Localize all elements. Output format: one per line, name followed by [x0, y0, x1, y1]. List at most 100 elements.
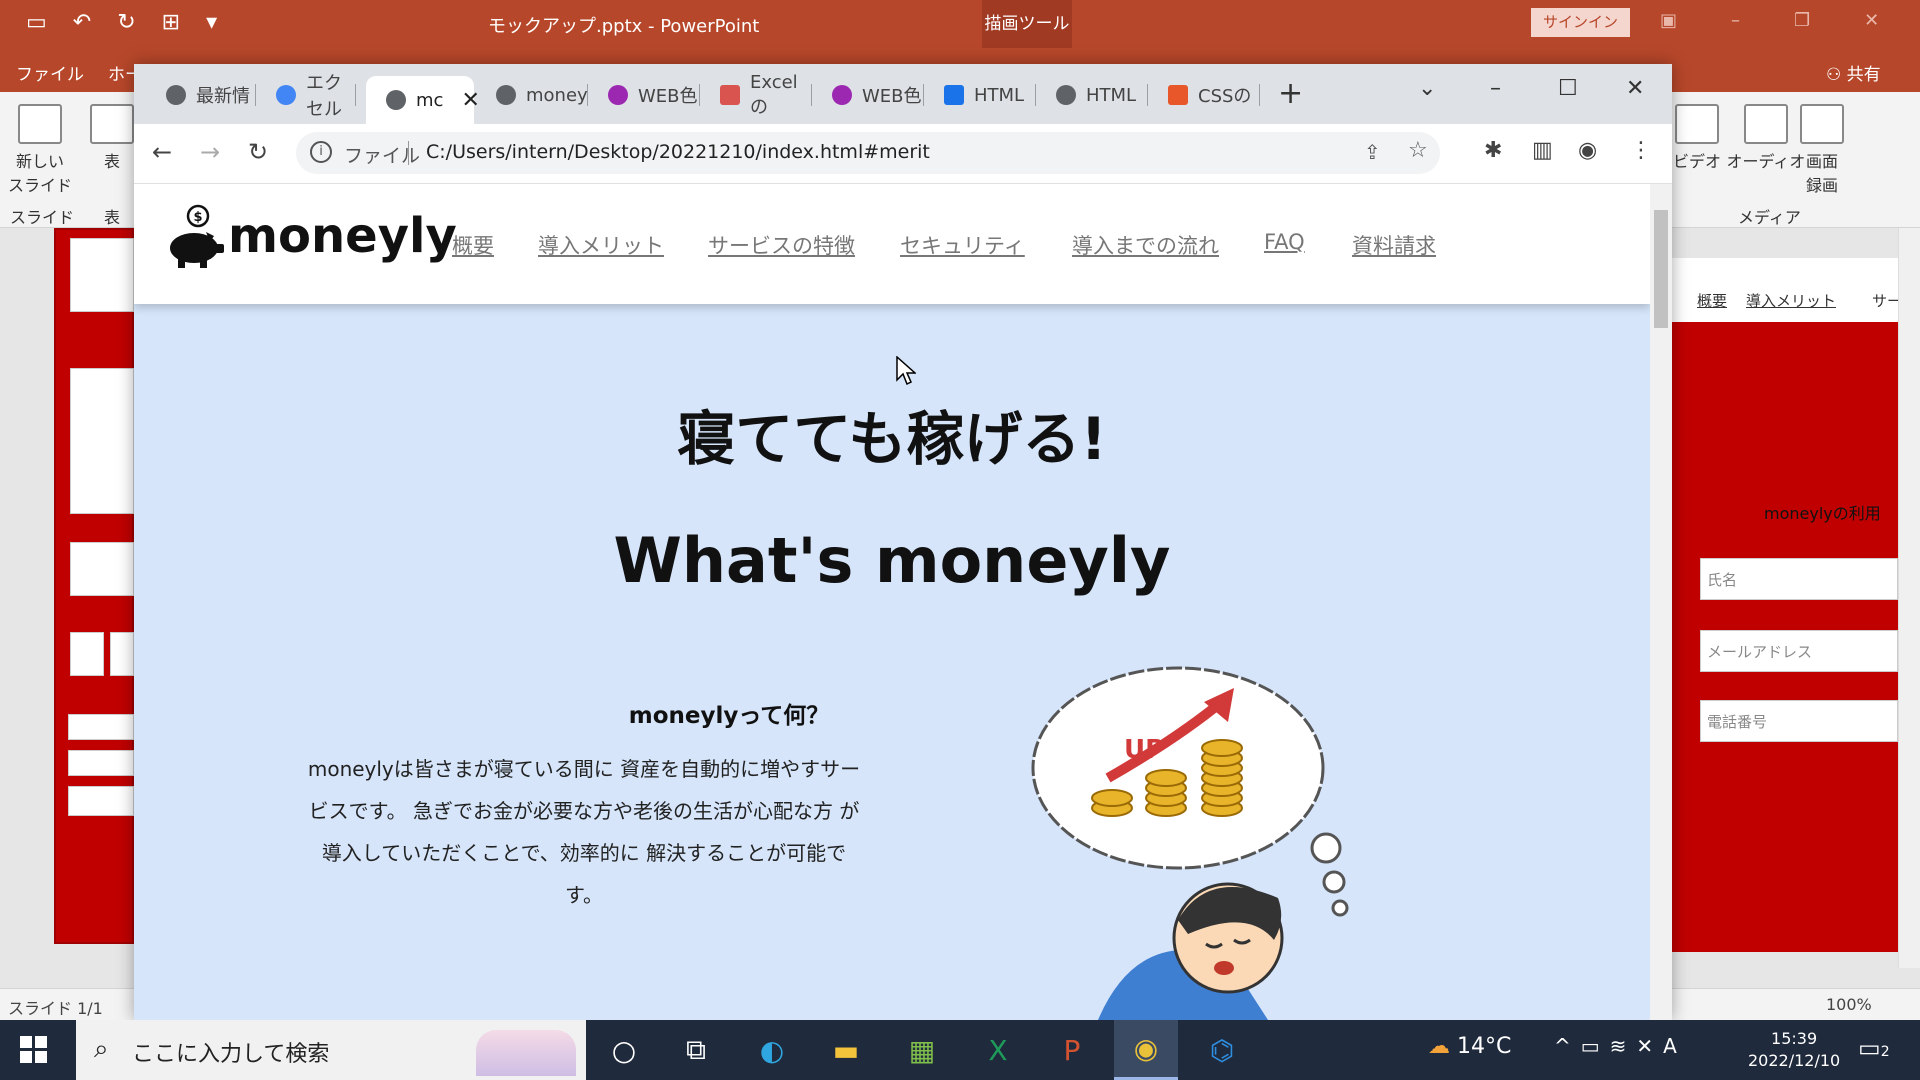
chrome-icon[interactable]: ◉ — [1114, 1020, 1178, 1080]
table-label: 表 — [103, 152, 120, 171]
palette-icon — [608, 85, 628, 105]
address-url[interactable]: C:/Users/intern/Desktop/20221210/index.h… — [426, 141, 930, 163]
pp-vertical-scrollbar[interactable] — [1898, 228, 1920, 968]
forward-icon[interactable]: → — [200, 138, 220, 166]
nav-link-merit[interactable]: 導入メリット — [538, 230, 664, 260]
document-title: モックアップ.pptx - PowerPoint — [488, 16, 760, 37]
video-label: ビデオ — [1672, 152, 1721, 171]
chrome-window: 最新情 エクセル mc ✕ money WEB色 Excelの WEB色 HTML… — [134, 64, 1672, 1020]
svg-text:$: $ — [193, 210, 202, 225]
cortana-icon[interactable]: ○ — [592, 1020, 656, 1080]
audio-button[interactable]: オーディオ — [1726, 104, 1806, 172]
mouse-cursor-icon — [896, 356, 916, 386]
browser-tab[interactable]: money — [476, 74, 588, 116]
new-slide-button[interactable]: 新しい スライド — [8, 104, 72, 196]
thumb-block — [70, 238, 134, 312]
customize-qat-icon[interactable]: ▾ — [206, 10, 217, 35]
new-tab-icon[interactable]: + — [1278, 76, 1303, 111]
screen-record-button[interactable]: 画面 録画 — [1800, 104, 1844, 196]
tab-search-chevron-icon[interactable]: ⌄ — [1418, 76, 1436, 101]
mock-name-field: 氏名 — [1700, 558, 1898, 600]
save-icon[interactable]: ▭ — [26, 10, 47, 35]
browser-tab[interactable]: CSSの — [1148, 74, 1260, 116]
table-button[interactable]: 表 — [88, 104, 136, 172]
taskbar-clock[interactable]: 15:39 2022/12/10 — [1748, 1028, 1840, 1072]
close-window-icon[interactable]: ✕ — [1626, 76, 1644, 101]
clock-date: 2022/12/10 — [1748, 1051, 1841, 1070]
present-icon[interactable]: ⊞ — [162, 10, 180, 35]
group-slides-label: スライド — [10, 208, 75, 227]
pp-close-icon[interactable]: ✕ — [1864, 10, 1879, 31]
address-bar[interactable]: i ファイル C:/Users/intern/Desktop/20221210/… — [296, 132, 1440, 174]
piggy-bank-logo-icon: $ — [170, 204, 224, 268]
share-button[interactable]: ⚇ 共有 — [1826, 60, 1881, 85]
minimize-icon[interactable]: – — [1490, 76, 1501, 101]
thumb-block — [70, 632, 104, 676]
menu-kebab-icon[interactable]: ⋮ — [1630, 138, 1652, 163]
slide-canvas-right: 概要 導入メリット サー moneylyの利用 氏名 メールアドレス 電話番号 — [1672, 228, 1920, 988]
share-icon[interactable]: ⇪ — [1364, 140, 1381, 164]
slide-thumbnail[interactable] — [54, 228, 134, 944]
mock-nav-overview: 概要 — [1697, 292, 1728, 310]
browser-tab[interactable]: HTML — [924, 74, 1036, 116]
back-icon[interactable]: ← — [152, 138, 172, 166]
nav-link-flow[interactable]: 導入までの流れ — [1072, 230, 1219, 260]
notification-center[interactable]: ▭2 — [1858, 1034, 1890, 1062]
page-scrollbar-thumb[interactable] — [1654, 210, 1668, 328]
share-label: 共有 — [1846, 65, 1881, 85]
pp-minimize-icon[interactable]: – — [1731, 10, 1740, 31]
hero-subtitle: What's moneyly — [613, 524, 1171, 597]
nav-link-features[interactable]: サービスの特徴 — [708, 230, 855, 260]
drawing-tools-tab[interactable]: 描画ツール — [982, 0, 1072, 48]
browser-tab[interactable]: 最新情 — [146, 74, 256, 116]
page-scrollbar[interactable] — [1650, 184, 1672, 1020]
browser-tab[interactable]: WEB色 — [588, 74, 700, 116]
pp-restore-icon[interactable]: ❐ — [1794, 10, 1810, 31]
store-icon[interactable]: ▦ — [890, 1020, 954, 1080]
file-explorer-icon[interactable]: ▬ — [814, 1020, 878, 1080]
browser-tab[interactable]: Excelの — [700, 72, 812, 118]
tab-file[interactable]: ファイル — [16, 60, 84, 85]
maximize-icon[interactable]: ☐ — [1558, 76, 1578, 101]
powerpoint-icon[interactable]: P — [1040, 1020, 1104, 1080]
excel-icon[interactable]: X — [966, 1020, 1030, 1080]
bookmark-star-icon[interactable]: ☆ — [1408, 138, 1428, 163]
globe-icon — [1056, 85, 1076, 105]
mock-nav-merit: 導入メリット — [1746, 292, 1837, 310]
taskbar-search-box[interactable]: ⌕ ここに入力して検索 — [76, 1020, 586, 1080]
audio-label: オーディオ — [1726, 152, 1806, 171]
ribbon-display-icon[interactable]: ▣ — [1660, 10, 1677, 31]
table-icon — [90, 104, 134, 144]
profile-avatar-icon[interactable]: ◉ — [1578, 138, 1597, 163]
browser-tab[interactable]: WEB色 — [812, 74, 924, 116]
video-button[interactable]: ビデオ — [1672, 104, 1722, 172]
new-slide-icon — [18, 104, 62, 144]
weather-widget[interactable]: ☁ 14°C — [1428, 1034, 1511, 1059]
info-icon[interactable]: i — [310, 141, 332, 163]
nav-link-faq[interactable]: FAQ — [1264, 230, 1305, 254]
signin-button[interactable]: サインイン — [1531, 8, 1630, 37]
extensions-icon[interactable]: ✱ — [1484, 138, 1502, 163]
nav-link-overview[interactable]: 概要 — [452, 230, 494, 260]
windows-start-icon[interactable] — [20, 1036, 48, 1064]
edge-icon[interactable]: ◐ — [740, 1020, 804, 1080]
browser-tab-active[interactable]: mc ✕ — [366, 76, 480, 124]
task-view-icon[interactable]: ⧉ — [664, 1020, 728, 1080]
browser-tab[interactable]: HTML — [1036, 74, 1148, 116]
side-panel-icon[interactable]: ▥ — [1532, 138, 1553, 163]
browser-tab[interactable]: エクセル — [256, 73, 356, 120]
nav-link-request[interactable]: 資料請求 — [1352, 230, 1436, 260]
vscode-icon[interactable]: ⌬ — [1190, 1020, 1254, 1080]
site-brand[interactable]: moneyly — [228, 208, 457, 264]
zoom-level[interactable]: 100% — [1826, 995, 1872, 1014]
mock-phone-field: 電話番号 — [1700, 700, 1898, 742]
quick-access-toolbar: ▭ ↶ ↻ ⊞ ▾ — [26, 10, 217, 35]
system-tray[interactable]: ^▭≋✕A — [1554, 1034, 1687, 1058]
nav-link-security[interactable]: セキュリティ — [900, 230, 1025, 260]
undo-icon[interactable]: ↶ — [73, 10, 91, 35]
redo-icon[interactable]: ↻ — [117, 10, 135, 35]
reload-icon[interactable]: ↻ — [248, 138, 268, 166]
weather-cloud-sun-icon: ☁ — [1428, 1034, 1457, 1059]
powerpoint-titlebar: ▭ ↶ ↻ ⊞ ▾ モックアップ.pptx - PowerPoint 描画ツール… — [0, 0, 1920, 48]
browser-toolbar: ← → ↻ i ファイル C:/Users/intern/Desktop/202… — [134, 124, 1672, 184]
